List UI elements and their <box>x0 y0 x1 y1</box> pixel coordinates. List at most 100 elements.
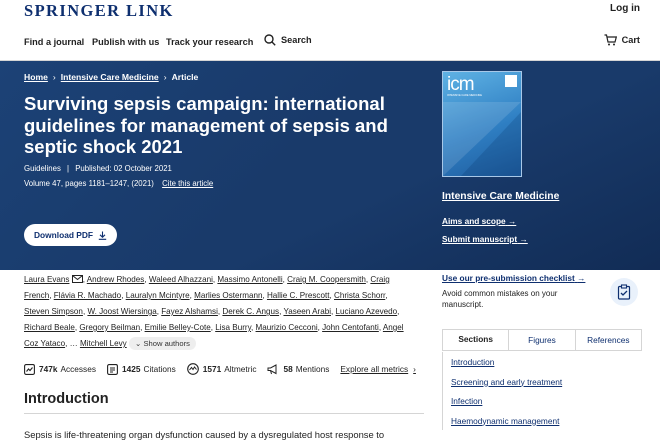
section-nav: Introduction Screening and early treatme… <box>442 352 640 430</box>
author-link[interactable]: Emilie Belley‑Cote <box>145 323 211 332</box>
citations-label: Citations <box>143 364 176 374</box>
author-link[interactable]: Mitchell Levy <box>80 339 127 348</box>
download-icon <box>98 231 107 240</box>
author-link[interactable]: Lisa Burry <box>215 323 251 332</box>
published-date: Published: 02 October 2021 <box>75 164 172 173</box>
aims-scope-link[interactable]: Aims and scope → <box>442 216 516 226</box>
author-link[interactable]: Flávia R. Machado <box>54 291 121 300</box>
altmetric-value: 1571 <box>202 364 222 374</box>
journal-name-link[interactable]: Intensive Care Medicine <box>442 191 559 202</box>
accesses-label: Accesses <box>60 364 96 374</box>
arrow-right-icon: → <box>519 234 528 244</box>
cite-article-link[interactable]: Cite this article <box>162 179 213 188</box>
accesses-icon <box>24 363 35 375</box>
breadcrumb-separator: › <box>163 72 167 82</box>
citations-icon <box>107 363 118 375</box>
cover-decoration <box>461 112 521 176</box>
chevron-down-icon: ⌄ <box>134 339 142 348</box>
altmetric-label: Altmetric <box>224 364 257 374</box>
author-link[interactable]: Fayez Alshamsi <box>161 307 218 316</box>
author-link[interactable]: John Centofanti <box>322 323 379 332</box>
accesses-value: 747k <box>39 364 58 374</box>
checklist-label: Use our pre-submission checklist <box>442 273 575 283</box>
author-link[interactable]: Yaseen Arabi <box>283 307 331 316</box>
submit-manuscript-link[interactable]: Submit manuscript → <box>442 234 528 244</box>
top-bar: SPRINGER LINK Log in <box>0 0 660 22</box>
explore-metrics-label: Explore all metrics <box>340 364 409 374</box>
section-link[interactable]: Haemodynamic management <box>442 410 640 430</box>
search-icon <box>264 34 276 46</box>
breadcrumb: Home › Intensive Care Medicine › Article <box>24 72 198 82</box>
section-link[interactable]: Introduction <box>442 352 640 372</box>
author-link[interactable]: Waleed Alhazzani <box>149 275 213 284</box>
chevron-right-icon: › <box>413 364 416 374</box>
author-link[interactable]: Derek C. Angus <box>222 307 279 316</box>
nav-find-journal[interactable]: Find a journal <box>24 37 84 47</box>
journal-cover[interactable]: icm INTENSIVE CARE MEDICINE <box>442 71 522 177</box>
cover-mark: icm <box>447 74 475 95</box>
sidebar-tabs: Sections Figures References <box>442 329 642 351</box>
author-link[interactable]: Lauralyn Mcintyre <box>126 291 190 300</box>
section-link[interactable]: Infection <box>442 391 640 411</box>
altmetric-icon <box>186 363 199 375</box>
breadcrumb-separator: › <box>52 72 56 82</box>
article-metrics: 747k Accesses 1425 Citations 1571 Altmet… <box>24 363 424 375</box>
author-link[interactable]: W. Joost Wiersinga <box>87 307 156 316</box>
meta-separator: | <box>67 164 70 173</box>
show-authors-button[interactable]: ⌄ Show authors <box>128 337 196 350</box>
author-link[interactable]: Laura Evans <box>24 275 69 284</box>
arrow-right-icon: → <box>507 216 517 226</box>
article-type: Guidelines <box>24 164 61 173</box>
author-link[interactable]: Massimo Antonelli <box>217 275 282 284</box>
mentions-metric: 58 Mentions <box>267 363 330 375</box>
citations-value: 1425 <box>121 364 141 374</box>
author-link[interactable]: Andrew Rhodes <box>87 275 145 284</box>
checklist-description: Avoid common mistakes on your manuscript… <box>442 289 558 309</box>
article-hero: Home › Intensive Care Medicine › Article… <box>0 61 660 270</box>
section-link[interactable]: Screening and early treatment <box>442 371 640 391</box>
show-authors-label: Show authors <box>143 339 190 348</box>
breadcrumb-home[interactable]: Home <box>24 72 48 82</box>
article-volume: Volume 47, pages 1181–1247, (2021) <box>24 179 154 188</box>
author-link[interactable]: Christa Schorr <box>334 291 385 300</box>
tab-sections[interactable]: Sections <box>443 330 509 350</box>
author-link[interactable]: Richard Beale <box>24 323 75 332</box>
cart-icon <box>604 34 617 46</box>
search-label: Search <box>281 35 312 45</box>
author-link[interactable]: Craig M. Coopersmith <box>287 275 366 284</box>
authors-ellipsis: … <box>69 339 78 348</box>
breadcrumb-journal[interactable]: Intensive Care Medicine <box>61 72 159 82</box>
cart-button[interactable]: Cart <box>604 34 640 46</box>
mentions-label: Mentions <box>295 364 330 374</box>
explore-metrics-link[interactable]: Explore all metrics › <box>340 364 416 374</box>
accesses-metric: 747k Accesses <box>24 363 96 375</box>
download-pdf-label: Download PDF <box>33 230 94 240</box>
tab-references[interactable]: References <box>574 330 641 350</box>
cover-subtitle: INTENSIVE CARE MEDICINE <box>447 94 483 97</box>
author-link[interactable]: Gregory Beilman <box>79 323 140 332</box>
divider <box>24 413 424 414</box>
email-icon[interactable] <box>71 275 83 283</box>
article-volume-row: Volume 47, pages 1181–1247, (2021) Cite … <box>24 179 213 188</box>
author-link[interactable]: Marlies Ostermann <box>194 291 262 300</box>
springer-link-logo[interactable]: SPRINGER LINK <box>24 1 174 21</box>
nav-publish-with-us[interactable]: Publish with us <box>92 37 159 47</box>
download-pdf-button[interactable]: Download PDF <box>24 224 117 246</box>
cover-box <box>505 75 517 87</box>
article-meta: Guidelines | Published: 02 October 2021 <box>24 164 172 173</box>
clipboard-check-icon <box>610 278 638 306</box>
arrow-right-icon: → <box>577 273 586 283</box>
citations-metric: 1425 Citations <box>107 363 176 375</box>
introduction-heading: Introduction <box>24 391 109 407</box>
search-button[interactable]: Search <box>264 34 312 46</box>
introduction-text: Sepsis is life-threatening organ dysfunc… <box>24 429 385 440</box>
pre-submission-checklist-link[interactable]: Use our pre-submission checklist → <box>442 273 585 283</box>
nav-track-research[interactable]: Track your research <box>166 37 253 47</box>
login-link[interactable]: Log in <box>610 3 640 14</box>
article-title: Surviving sepsis campaign: international… <box>24 93 388 157</box>
author-link[interactable]: Maurizio Cecconi <box>256 323 318 332</box>
author-link[interactable]: Luciano Azevedo <box>336 307 398 316</box>
author-link[interactable]: Steven Simpson <box>24 307 83 316</box>
tab-figures[interactable]: Figures <box>508 330 574 350</box>
author-link[interactable]: Hallie C. Prescott <box>267 291 330 300</box>
